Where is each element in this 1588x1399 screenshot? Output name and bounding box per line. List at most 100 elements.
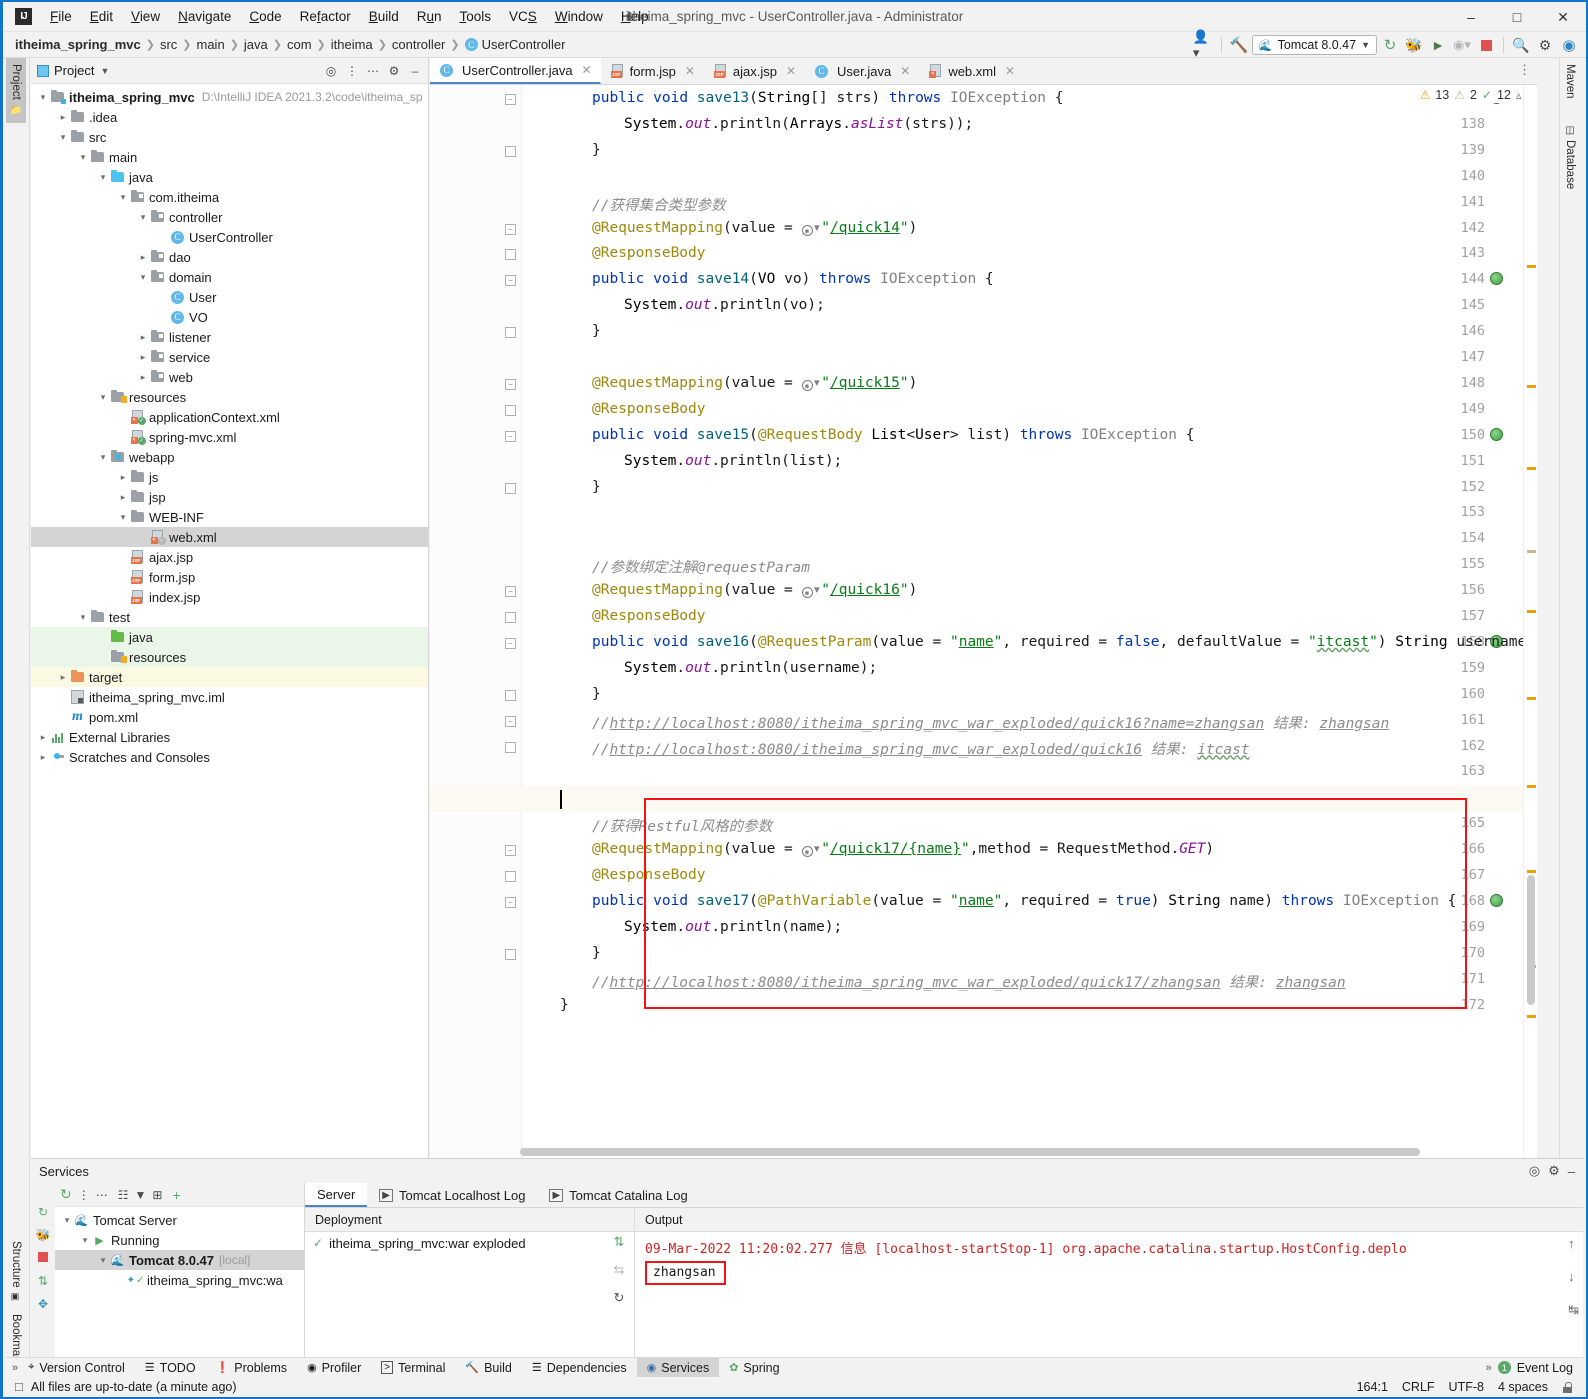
scroll-down-icon[interactable]: ↓ [1568,1269,1579,1284]
breadcrumb-src[interactable]: src [160,37,177,52]
rerun-icon[interactable]: ↻ [1379,34,1401,56]
add-tab-icon[interactable]: ⊞ [152,1188,162,1202]
fold-marker[interactable]: − [505,275,516,287]
tree-expander[interactable]: ▾ [117,512,129,523]
hide-icon[interactable]: – [1568,1164,1575,1179]
locate-icon[interactable]: ◎ [322,62,340,80]
fold-marker[interactable] [505,741,516,753]
code-line-144[interactable]: public void save14(VO vo) throws IOExcep… [592,271,994,287]
gear-icon[interactable]: ⚙ [385,62,403,80]
tree-node-main[interactable]: ▾ main [31,147,428,167]
fold-marker[interactable]: − [505,586,516,598]
breadcrumb-controller[interactable]: controller [392,37,445,52]
tree-node-jsp[interactable]: ▸ jsp [31,487,428,507]
tree-node-com-itheima[interactable]: ▾ com.itheima [31,187,428,207]
tree-node-target[interactable]: ▸ target [31,667,428,687]
tree-expander[interactable]: ▸ [117,492,129,503]
tree-node-web-xml[interactable]: < ○ web.xml [31,527,428,547]
code-line-170[interactable]: } [592,945,601,961]
error-stripe[interactable] [1523,85,1537,1158]
breadcrumb-class[interactable]: C UserController [464,37,565,52]
tree-expander[interactable]: ▾ [61,1215,73,1226]
tree-expander[interactable]: ▾ [57,132,69,143]
menu-refactor[interactable]: Refactor [292,6,359,27]
toolwindow-version-control[interactable]: ⌖ Version Control [18,1358,135,1378]
tree-expander[interactable]: ▾ [77,612,89,623]
search-everywhere-icon[interactable]: 🔍 [1510,34,1532,56]
tree-node-itheima-spring-mvc-iml[interactable]: itheima_spring_mvc.iml [31,687,428,707]
tree-node-user[interactable]: C User [31,287,428,307]
menu-build[interactable]: Build [361,6,407,27]
rerun-icon[interactable]: ↻ [60,1186,72,1203]
web-url-icon[interactable]: ◉ [801,587,813,599]
service-node-itheima-spring-mvc-wa[interactable]: ✦ ✓ itheima_spring_mvc:wa [55,1270,304,1290]
tree-expander[interactable]: ▾ [97,392,109,403]
hide-icon[interactable]: – [406,62,424,80]
tree-expander[interactable]: ▸ [117,472,129,483]
tab-tomcat-localhost-log[interactable]: ▶ Tomcat Localhost Log [367,1183,537,1207]
close-icon[interactable]: ✕ [900,64,910,78]
tree-node-web-inf[interactable]: ▾ WEB-INF [31,507,428,527]
breadcrumb-project[interactable]: itheima_spring_mvc [15,37,141,52]
tab-ajax-jsp[interactable]: JSP ajax.jsp ✕ [704,58,805,84]
breadcrumb-itheima[interactable]: itheima [331,37,373,52]
code-line-138[interactable]: System.out.println(Arrays.asList(strs)); [624,116,973,132]
tree-expander[interactable]: ▾ [137,272,149,283]
code-line-158[interactable]: public void save16(@RequestParam(value =… [592,634,1537,650]
chevron-down-icon[interactable]: ▼ [100,66,109,76]
debug-icon[interactable]: 🐝 [36,1228,51,1242]
code-line-143[interactable]: @ResponseBody [592,245,706,261]
toolwindow-todo[interactable]: ☰ TODO [135,1358,206,1378]
undeploy-icon[interactable]: ⇆ [614,1262,625,1278]
debug-icon[interactable]: 🐝 [1403,34,1425,56]
tree-node-js[interactable]: ▸ js [31,467,428,487]
deploy-icon[interactable]: ⇅ [38,1274,48,1288]
code-line-152[interactable]: } [592,479,601,495]
tree-node-form-jsp[interactable]: JSP form.jsp [31,567,428,587]
editor-tabs-options-icon[interactable]: ⋮ [1518,62,1531,78]
toolwindow-build[interactable]: 🔨 Build [455,1358,522,1378]
user-dropdown-icon[interactable]: 👤▾ [1193,29,1215,60]
line-separator[interactable]: CRLF [1402,1380,1435,1394]
tree-expander[interactable]: ▾ [37,92,49,103]
tree-expander[interactable]: ▾ [79,1235,91,1246]
code-line-155[interactable]: //参数绑定注解@requestParam [592,556,810,577]
menu-vcs[interactable]: VCS [501,6,545,27]
code-line-137[interactable]: public void save13(String[] strs) throws… [592,90,1064,106]
tree-expander[interactable]: ▸ [137,352,149,363]
code-editor[interactable]: 137−138139140141142−143144−145146147148−… [430,85,1537,1158]
profile-icon[interactable]: ◉▾ [1451,34,1473,56]
prev-problem-icon[interactable]: ▵ [1516,89,1522,102]
menu-navigate[interactable]: Navigate [170,6,239,27]
close-icon[interactable]: ✕ [786,64,796,78]
add-service-icon[interactable]: ◎ [1529,1163,1540,1179]
menu-run[interactable]: Run [409,6,450,27]
tab-tomcat-catalina-log[interactable]: ▶ Tomcat Catalina Log [537,1183,699,1207]
tree-node-dao[interactable]: ▸ dao [31,247,428,267]
services-tree[interactable]: ▾ 🌊 Tomcat Server ▾ ▶ Running ▾ 🌊 Tomcat 8.0.47[… [55,1207,304,1290]
close-button[interactable]: ✕ [1540,2,1586,32]
code-line-141[interactable]: //获得集合类型参数 [592,194,725,215]
rail-tab-maven[interactable]: Maven [1560,58,1580,105]
run-with-coverage-icon[interactable]: ► [1427,34,1449,56]
menu-window[interactable]: Window [547,6,611,27]
close-icon[interactable]: ✕ [582,63,592,77]
tree-node-listener[interactable]: ▸ listener [31,327,428,347]
gear-icon[interactable]: ⚙ [1548,1163,1560,1179]
horizontal-scrollbar[interactable] [520,1148,1420,1156]
filter-icon[interactable]: ▼ [135,1188,147,1202]
deployment-item[interactable]: ✓ itheima_spring_mvc:war exploded [305,1232,634,1254]
breadcrumb-main[interactable]: main [197,37,225,52]
expand-all-icon[interactable]: ⋮ [343,62,361,80]
service-node-running[interactable]: ▾ ▶ Running [55,1230,304,1250]
code-line-146[interactable]: } [592,323,601,339]
tree-expander[interactable]: ▾ [137,212,149,223]
fold-marker[interactable]: − [505,845,516,857]
tree-node-scratches-and-consoles[interactable]: ▸ Scratches and Consoles [31,747,428,767]
lock-icon[interactable] [1562,1381,1573,1393]
tree-node-test[interactable]: ▾ test [31,607,428,627]
tree-expander[interactable]: ▸ [57,672,69,683]
tree-node-domain[interactable]: ▾ domain [31,267,428,287]
tree-expander[interactable]: ▸ [137,332,149,343]
updates-icon[interactable]: ◉ [1558,34,1580,56]
